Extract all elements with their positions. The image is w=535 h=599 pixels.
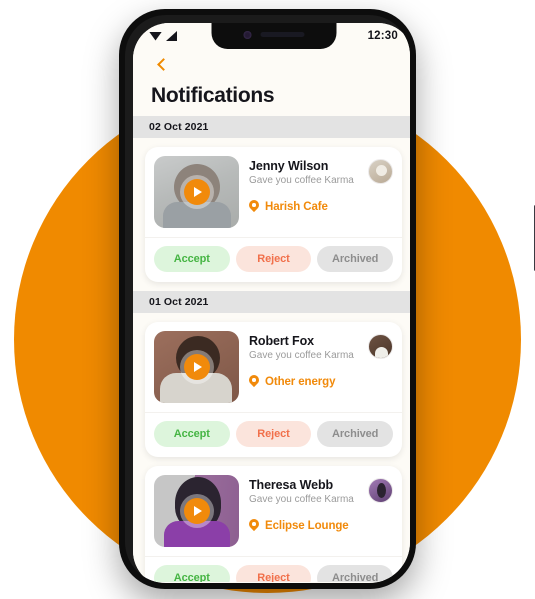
notification-actions: Accept Reject Archived — [145, 237, 402, 282]
place-name: Eclipse Lounge — [265, 519, 349, 532]
notifications-list[interactable]: 02 Oct 2021 Jenny Wilson Gave you coffee K… — [133, 116, 410, 582]
accept-button[interactable]: Accept — [154, 565, 230, 582]
reject-button[interactable]: Reject — [235, 421, 312, 447]
page-title: Notifications — [151, 84, 275, 107]
place-row[interactable]: Other energy — [249, 375, 393, 388]
play-triangle-icon — [193, 187, 202, 197]
avatar-theresa-webb[interactable] — [368, 478, 393, 503]
app-header: Notifications — [133, 49, 410, 116]
location-pin-icon — [249, 375, 259, 388]
sender-name: Theresa Webb — [249, 478, 334, 492]
notification-card[interactable]: Theresa Webb Gave you coffee Karma Eclipse… — [145, 466, 402, 582]
status-bar-clock: 12:30 — [367, 30, 398, 42]
notification-card[interactable]: Jenny Wilson Gave you coffee Karma Harish … — [145, 147, 402, 282]
date-group-header: 01 Oct 2021 — [133, 291, 410, 313]
sender-name: Jenny Wilson — [249, 159, 329, 173]
place-name: Harish Cafe — [265, 200, 328, 213]
earpiece-speaker — [260, 32, 304, 37]
location-pin-icon — [249, 200, 259, 213]
accept-button[interactable]: Accept — [154, 246, 230, 272]
notification-text: Jenny Wilson Gave you coffee Karma — [249, 159, 364, 186]
archived-button[interactable]: Archived — [317, 246, 394, 272]
thumbnail-theresa-webb[interactable] — [154, 475, 239, 547]
signal-bars-icon — [166, 31, 177, 41]
location-pin-icon — [249, 519, 259, 532]
front-camera-icon — [243, 30, 251, 39]
notification-actions: Accept Reject Archived — [145, 556, 402, 582]
reject-button[interactable]: Reject — [235, 565, 312, 582]
notification-identity-row: Jenny Wilson Gave you coffee Karma — [249, 159, 393, 186]
reject-button[interactable]: Reject — [235, 246, 312, 272]
sender-name: Robert Fox — [249, 334, 314, 348]
thumbnail-robert-fox[interactable] — [154, 331, 239, 403]
avatar-jenny-wilson[interactable] — [368, 159, 393, 184]
notification-subtitle: Gave you coffee Karma — [249, 350, 354, 361]
place-name: Other energy — [265, 375, 336, 388]
phone-bezel: 12:30 Notifications 02 Oct 2021 Jenny Wil… — [125, 15, 410, 583]
play-icon[interactable] — [183, 498, 210, 524]
date-group-header: 02 Oct 2021 — [133, 116, 410, 138]
notification-text: Theresa Webb Gave you coffee Karma — [249, 478, 364, 505]
notification-text: Robert Fox Gave you coffee Karma — [249, 334, 364, 361]
chevron-left-icon — [157, 57, 170, 71]
notification-card-body: Theresa Webb Gave you coffee Karma Eclipse… — [145, 466, 402, 556]
wifi-icon — [149, 31, 162, 41]
notification-subtitle: Gave you coffee Karma — [249, 494, 354, 505]
notification-actions: Accept Reject Archived — [145, 412, 402, 457]
place-row[interactable]: Eclipse Lounge — [249, 519, 393, 532]
back-button[interactable] — [151, 53, 173, 75]
avatar-robert-fox[interactable] — [368, 334, 393, 359]
device-notch — [211, 23, 336, 49]
place-row[interactable]: Harish Cafe — [249, 200, 393, 213]
notification-card-body: Jenny Wilson Gave you coffee Karma Harish … — [145, 147, 402, 237]
thumbnail-jenny-wilson[interactable] — [154, 156, 239, 228]
status-bar-left — [149, 31, 177, 41]
notification-card[interactable]: Robert Fox Gave you coffee Karma Other ene… — [145, 322, 402, 457]
archived-button[interactable]: Archived — [317, 421, 394, 447]
notification-info: Robert Fox Gave you coffee Karma Other ene… — [249, 331, 393, 403]
notification-subtitle: Gave you coffee Karma — [249, 175, 354, 186]
play-triangle-icon — [193, 506, 202, 516]
phone-screen: 12:30 Notifications 02 Oct 2021 Jenny Wil… — [133, 23, 410, 583]
accept-button[interactable]: Accept — [154, 421, 230, 447]
notification-info: Theresa Webb Gave you coffee Karma Eclipse… — [249, 475, 393, 547]
notification-card-body: Robert Fox Gave you coffee Karma Other ene… — [145, 322, 402, 412]
notification-info: Jenny Wilson Gave you coffee Karma Harish … — [249, 156, 393, 228]
notification-identity-row: Robert Fox Gave you coffee Karma — [249, 334, 393, 361]
play-triangle-icon — [193, 362, 202, 372]
play-icon[interactable] — [183, 179, 210, 205]
play-icon[interactable] — [183, 354, 210, 380]
notification-identity-row: Theresa Webb Gave you coffee Karma — [249, 478, 393, 505]
phone-device-frame: 12:30 Notifications 02 Oct 2021 Jenny Wil… — [119, 9, 535, 589]
archived-button[interactable]: Archived — [317, 565, 394, 582]
